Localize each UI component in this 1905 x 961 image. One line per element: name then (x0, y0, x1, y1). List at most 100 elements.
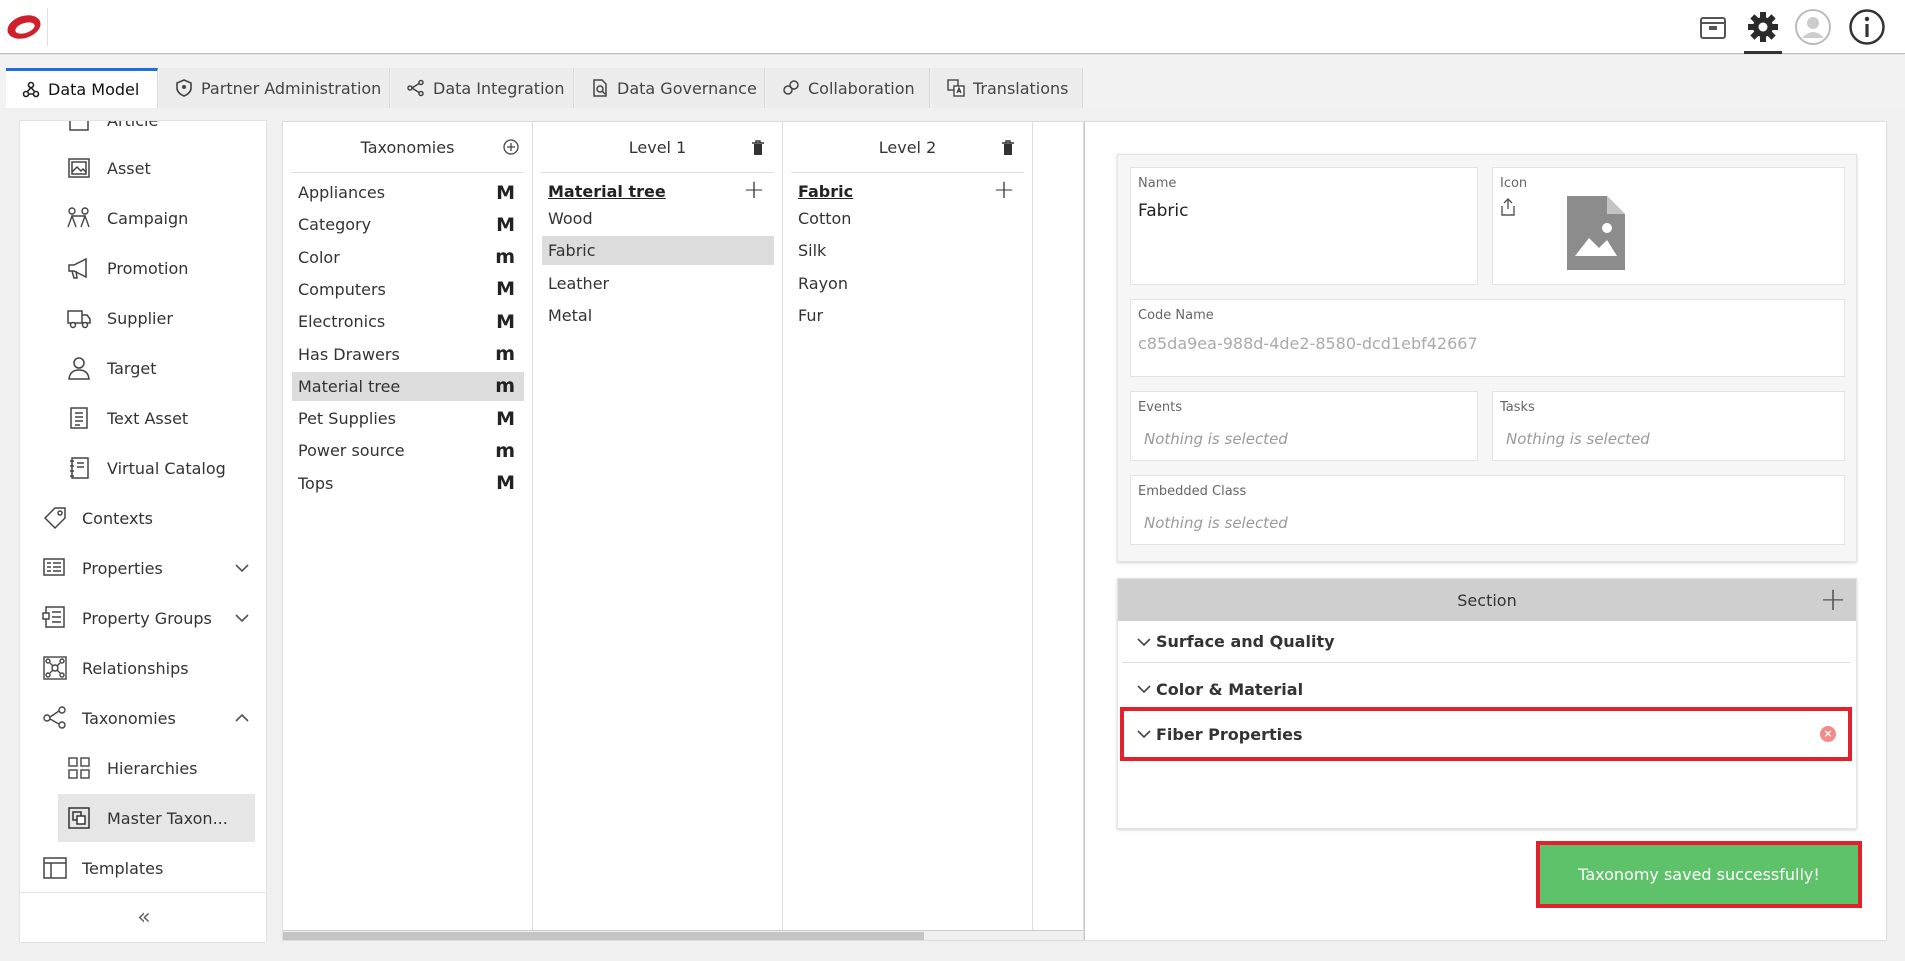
scrollbar-thumb[interactable] (283, 932, 924, 940)
sidebar-item-virtual-catalog[interactable]: Virtual Catalog (20, 445, 266, 491)
templates-icon (42, 855, 68, 881)
level2-row[interactable]: Cotton (792, 204, 1024, 233)
tab-data-governance[interactable]: Data Governance (575, 68, 765, 108)
sidebar-item-properties[interactable]: Properties (20, 545, 266, 591)
logo[interactable] (0, 8, 48, 46)
chevron-down-icon[interactable] (1136, 634, 1152, 650)
level2-title[interactable]: Fabric (798, 182, 853, 201)
divider (291, 172, 524, 173)
embedded-class-field[interactable]: Embedded Class Nothing is selected (1130, 475, 1845, 545)
taxonomy-row[interactable]: Has Drawers m (292, 340, 524, 369)
taxonomy-row[interactable]: Appliances M (292, 178, 524, 207)
tab-label: Partner Administration (201, 78, 382, 98)
horizontal-scrollbar[interactable] (283, 930, 1083, 940)
tab-label: Translations (973, 78, 1069, 98)
taxonomies-icon (42, 705, 68, 731)
sidebar-collapse-button[interactable]: « (20, 892, 266, 942)
gear-icon[interactable] (1744, 8, 1782, 54)
sidebar-item-property-groups[interactable]: Property Groups (20, 595, 266, 641)
chevron-down-icon[interactable] (1136, 681, 1152, 697)
taxonomy-row[interactable]: Material tree m (292, 371, 524, 401)
chevron-down-icon[interactable] (234, 610, 250, 626)
tab-collaboration[interactable]: Collaboration (766, 68, 930, 108)
sidebar-item-master-taxonomy[interactable]: Master Taxon... (20, 794, 266, 842)
data-model-icon (22, 81, 40, 99)
level2-row[interactable]: Fur (792, 301, 1024, 330)
chevron-down-icon[interactable] (1136, 726, 1152, 742)
user-avatar-icon[interactable] (1794, 8, 1832, 46)
embedded-class-placeholder: Nothing is selected (1144, 514, 1288, 532)
section-title: Section (1457, 590, 1517, 610)
level1-row[interactable]: Wood (542, 204, 774, 233)
text-asset-icon (66, 405, 92, 431)
tab-data-integration[interactable]: Data Integration (391, 68, 574, 108)
add-circle-icon[interactable] (503, 139, 519, 155)
sidebar-item-hierarchies[interactable]: Hierarchies (20, 745, 266, 791)
chevron-up-icon[interactable] (234, 710, 250, 726)
sidebar-item-templates[interactable]: Templates (20, 845, 266, 891)
add-level1-button[interactable]: + (743, 177, 765, 203)
taxonomy-row[interactable]: Category M (292, 210, 524, 239)
tag-icon (42, 505, 68, 531)
level1-row[interactable]: Leather (542, 269, 774, 298)
info-icon[interactable] (1848, 8, 1886, 46)
level2-row[interactable]: Rayon (792, 269, 1024, 298)
tab-label: Data Model (48, 80, 140, 99)
sidebar-item-label: Templates (82, 858, 164, 878)
section-row-fiber-properties[interactable]: Fiber Properties × (1120, 707, 1852, 761)
tab-partner-administration[interactable]: Partner Administration (159, 68, 390, 108)
taxonomy-row[interactable]: Electronics M (292, 307, 524, 336)
taxonomy-name: Electronics (298, 312, 386, 332)
tab-translations[interactable]: Translations (931, 68, 1083, 108)
image-placeholder-icon (1567, 196, 1625, 270)
taxonomy-row[interactable]: Pet Supplies M (292, 404, 524, 433)
translations-icon (947, 79, 965, 97)
taxonomy-row[interactable]: Power source m (292, 436, 524, 465)
collaboration-icon (782, 79, 800, 97)
taxonomy-name: Category (298, 215, 372, 235)
taxonomy-name: Power source (298, 441, 405, 461)
taxonomy-row[interactable]: Color m (292, 243, 524, 272)
sidebar-item-article[interactable]: Article (20, 121, 266, 143)
field-label: Name (1138, 176, 1177, 191)
add-section-button[interactable]: + (1818, 583, 1848, 615)
sidebar-item-target[interactable]: Target (20, 345, 266, 391)
sidebar-item-campaign[interactable]: Campaign (20, 195, 266, 241)
taxonomy-row[interactable]: Tops M (292, 469, 524, 498)
taxonomy-name: Material tree (298, 376, 401, 396)
sidebar-item-text-asset[interactable]: Text Asset (20, 395, 266, 441)
level1-title[interactable]: Material tree (548, 182, 666, 201)
level2-row[interactable]: Silk (792, 236, 1024, 265)
main-tab-strip: Data Model Partner Administration Data I… (0, 55, 1905, 108)
sidebar-item-contexts[interactable]: Contexts (20, 495, 266, 541)
sidebar-item-promotion[interactable]: Promotion (20, 245, 266, 291)
tab-label: Data Governance (617, 78, 757, 98)
taxonomy-row[interactable]: Computers M (292, 275, 524, 304)
upload-icon[interactable] (1500, 198, 1516, 216)
integration-icon (407, 79, 425, 97)
events-field[interactable]: Events Nothing is selected (1130, 391, 1478, 461)
taxonomy-type-badge: M (496, 213, 515, 236)
remove-circle-icon[interactable]: × (1820, 726, 1836, 742)
section-row-surface-quality[interactable]: Surface and Quality (1122, 621, 1850, 663)
tasks-field[interactable]: Tasks Nothing is selected (1492, 391, 1845, 461)
column-header: Level 1 (533, 122, 782, 172)
tab-data-model[interactable]: Data Model (6, 68, 158, 108)
name-field[interactable]: Name Fabric (1130, 167, 1478, 285)
trash-icon[interactable] (1001, 140, 1015, 156)
level1-row[interactable]: Fabric (542, 236, 774, 266)
add-level2-button[interactable]: + (993, 177, 1015, 203)
chevron-down-icon[interactable] (234, 560, 250, 576)
sidebar-item-supplier[interactable]: Supplier (20, 295, 266, 341)
taxonomy-type-badge: m (495, 343, 515, 365)
section-row-color-material[interactable]: Color & Material (1122, 668, 1850, 710)
column-title: Taxonomies (360, 137, 455, 157)
package-icon[interactable] (1694, 8, 1732, 46)
sidebar-item-taxonomies[interactable]: Taxonomies (20, 695, 266, 741)
name-value[interactable]: Fabric (1138, 201, 1189, 221)
level1-row[interactable]: Metal (542, 301, 774, 330)
trash-icon[interactable] (751, 140, 765, 156)
section-row-label: Color & Material (1156, 679, 1304, 699)
sidebar-item-relationships[interactable]: Relationships (20, 645, 266, 691)
sidebar-item-asset[interactable]: Asset (20, 145, 266, 191)
